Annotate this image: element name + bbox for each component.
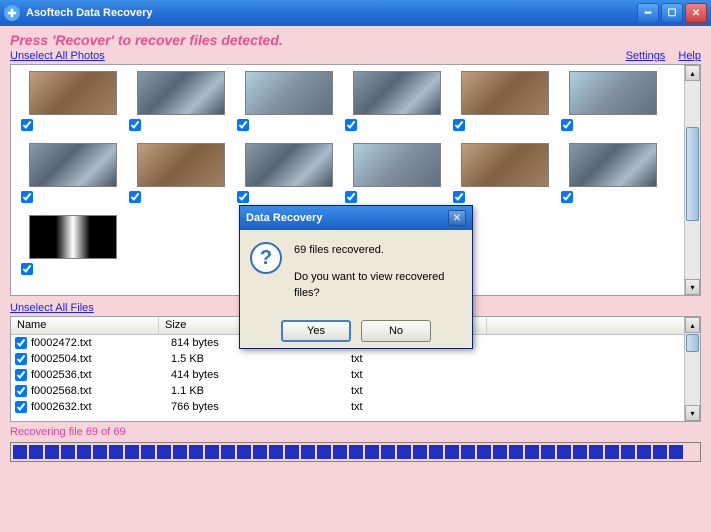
photo-thumbnail xyxy=(137,71,225,115)
file-checkbox[interactable] xyxy=(15,369,27,381)
close-button[interactable]: ✕ xyxy=(685,3,707,23)
photo-checkbox[interactable] xyxy=(237,119,249,131)
file-name: f0002536.txt xyxy=(31,369,171,381)
scroll-up-button[interactable]: ▴ xyxy=(685,65,700,81)
photo-item[interactable] xyxy=(555,139,663,203)
maximize-button[interactable]: ☐ xyxy=(661,3,683,23)
help-link[interactable]: Help xyxy=(678,50,701,62)
progress-bar xyxy=(10,442,701,462)
photo-item[interactable] xyxy=(15,67,123,131)
photo-checkbox[interactable] xyxy=(129,191,141,203)
photo-item[interactable] xyxy=(231,139,339,203)
status-text: Recovering file 69 of 69 xyxy=(10,426,701,438)
instruction-text: Press 'Recover' to recover files detecte… xyxy=(10,32,701,48)
question-icon: ? xyxy=(250,242,282,274)
photo-thumbnail xyxy=(29,143,117,187)
file-size: 1.5 KB xyxy=(171,353,351,365)
scroll-thumb[interactable] xyxy=(686,334,699,352)
photo-item[interactable] xyxy=(339,67,447,131)
unselect-all-files-link[interactable]: Unselect All Files xyxy=(10,302,94,314)
photo-thumbnail xyxy=(245,143,333,187)
file-name: f0002632.txt xyxy=(31,401,171,413)
photo-checkbox[interactable] xyxy=(453,119,465,131)
photo-checkbox[interactable] xyxy=(345,191,357,203)
file-checkbox[interactable] xyxy=(15,353,27,365)
file-ext: txt xyxy=(351,401,499,413)
photo-thumbnail xyxy=(29,71,117,115)
dialog-message-1: 69 files recovered. xyxy=(294,242,462,259)
file-row[interactable]: f0002536.txt414 bytestxt xyxy=(11,367,700,383)
window-titlebar: ✚ Asoftech Data Recovery ━ ☐ ✕ xyxy=(0,0,711,26)
file-row[interactable]: f0002568.txt1.1 KBtxt xyxy=(11,383,700,399)
photo-thumbnail xyxy=(569,71,657,115)
window-title: Asoftech Data Recovery xyxy=(26,7,635,19)
scroll-thumb[interactable] xyxy=(686,127,699,221)
photo-checkbox[interactable] xyxy=(21,191,33,203)
file-size: 414 bytes xyxy=(171,369,351,381)
photo-thumbnail xyxy=(461,71,549,115)
photo-checkbox[interactable] xyxy=(237,191,249,203)
scroll-down-button[interactable]: ▾ xyxy=(685,279,700,295)
photo-checkbox[interactable] xyxy=(21,119,33,131)
file-ext: txt xyxy=(351,385,499,397)
photo-item[interactable] xyxy=(447,139,555,203)
scroll-down-button[interactable]: ▾ xyxy=(685,405,700,421)
recovery-dialog: Data Recovery ✕ ? 69 files recovered. Do… xyxy=(239,205,473,349)
photo-thumbnail xyxy=(137,143,225,187)
photo-item[interactable] xyxy=(555,67,663,131)
file-checkbox[interactable] xyxy=(15,401,27,413)
settings-link[interactable]: Settings xyxy=(626,50,666,62)
no-button[interactable]: No xyxy=(361,320,431,342)
file-name: f0002568.txt xyxy=(31,385,171,397)
photo-thumbnail xyxy=(29,215,117,259)
file-size: 766 bytes xyxy=(171,401,351,413)
app-icon: ✚ xyxy=(4,5,20,21)
photo-item[interactable] xyxy=(123,67,231,131)
photo-checkbox[interactable] xyxy=(129,119,141,131)
scroll-up-button[interactable]: ▴ xyxy=(685,317,700,333)
dialog-title: Data Recovery xyxy=(246,212,448,224)
file-checkbox[interactable] xyxy=(15,337,27,349)
photo-thumbnail xyxy=(461,143,549,187)
photo-thumbnail xyxy=(245,71,333,115)
photo-checkbox[interactable] xyxy=(561,191,573,203)
dialog-titlebar: Data Recovery ✕ xyxy=(240,206,472,230)
photo-checkbox[interactable] xyxy=(345,119,357,131)
photo-checkbox[interactable] xyxy=(561,119,573,131)
photo-thumbnail xyxy=(353,143,441,187)
files-scrollbar[interactable]: ▴ ▾ xyxy=(684,317,700,421)
column-header-spacer xyxy=(487,317,700,334)
file-row[interactable]: f0002504.txt1.5 KBtxt xyxy=(11,351,700,367)
yes-button[interactable]: Yes xyxy=(281,320,351,342)
photos-scrollbar[interactable]: ▴ ▾ xyxy=(684,65,700,295)
unselect-all-photos-link[interactable]: Unselect All Photos xyxy=(10,50,105,62)
file-name: f0002472.txt xyxy=(31,337,171,349)
photo-item[interactable] xyxy=(231,67,339,131)
photo-item[interactable] xyxy=(15,139,123,203)
minimize-button[interactable]: ━ xyxy=(637,3,659,23)
file-ext: txt xyxy=(351,353,499,365)
file-row[interactable]: f0002632.txt766 bytestxt xyxy=(11,399,700,415)
photo-item[interactable] xyxy=(447,67,555,131)
dialog-close-button[interactable]: ✕ xyxy=(448,210,466,226)
photo-item[interactable] xyxy=(339,139,447,203)
photo-item[interactable] xyxy=(123,139,231,203)
photo-checkbox[interactable] xyxy=(21,263,33,275)
file-size: 1.1 KB xyxy=(171,385,351,397)
file-checkbox[interactable] xyxy=(15,385,27,397)
file-ext: txt xyxy=(351,369,499,381)
column-header-name[interactable]: Name xyxy=(11,317,159,334)
file-name: f0002504.txt xyxy=(31,353,171,365)
photo-checkbox[interactable] xyxy=(453,191,465,203)
photo-thumbnail xyxy=(353,71,441,115)
dialog-message-2: Do you want to view recovered files? xyxy=(294,269,462,302)
photo-thumbnail xyxy=(569,143,657,187)
photo-item[interactable] xyxy=(15,211,123,275)
